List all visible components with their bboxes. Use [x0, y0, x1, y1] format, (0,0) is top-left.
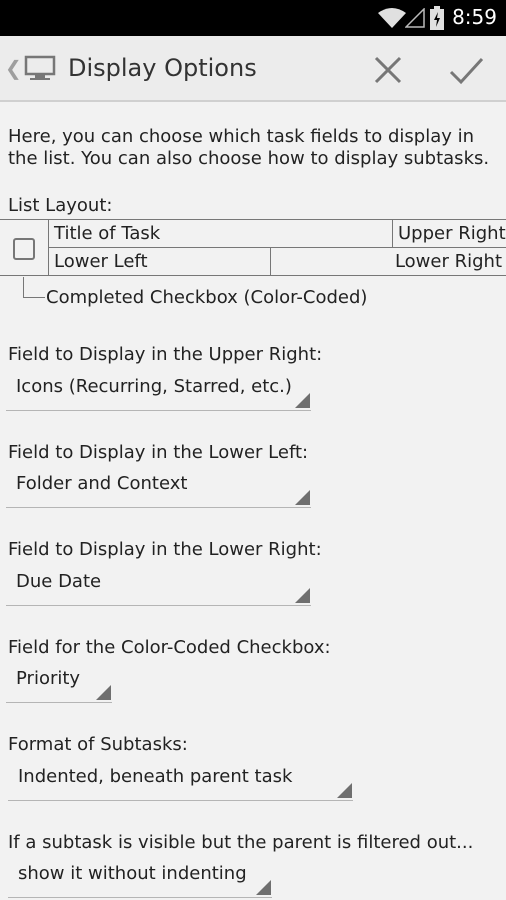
- title-of-task-cell: Title of Task: [54, 223, 161, 244]
- filtered-parent-field-label: If a subtask is visible but the parent i…: [8, 832, 474, 853]
- diagram-line: [392, 219, 393, 247]
- diagram-line: [0, 219, 506, 220]
- dropdown-arrow-icon: [295, 393, 310, 408]
- status-bar: 8:59: [0, 0, 506, 36]
- dropdown-arrow-icon: [337, 783, 352, 798]
- color-coded-checkbox-spinner[interactable]: Priority: [6, 660, 112, 703]
- close-icon[interactable]: [366, 48, 410, 92]
- lower-right-field-spinner[interactable]: Due Date: [6, 563, 311, 606]
- action-bar: ❮ Display Options: [0, 36, 506, 102]
- lower-left-field-spinner[interactable]: Folder and Context: [6, 465, 311, 508]
- lower-left-field-label: Field to Display in the Lower Left:: [8, 442, 309, 463]
- upper-right-field-label: Field to Display in the Upper Right:: [8, 344, 323, 365]
- diagram-line: [48, 219, 49, 275]
- monitor-icon[interactable]: [24, 55, 56, 81]
- dropdown-arrow-icon: [256, 880, 271, 895]
- diagram-line: [270, 247, 271, 275]
- subtask-format-field-label: Format of Subtasks:: [8, 734, 188, 755]
- page-title: Display Options: [68, 54, 257, 82]
- display-options-content: Here, you can choose which task fields t…: [0, 102, 506, 900]
- lower-right-cell: Lower Right: [394, 251, 502, 272]
- list-layout-diagram: Title of Task Upper Right Lower Left Low…: [0, 219, 506, 309]
- spinner-value: Priority: [16, 668, 81, 689]
- spinner-value: Icons (Recurring, Starred, etc.): [16, 376, 292, 397]
- subtask-format-spinner[interactable]: Indented, beneath parent task: [8, 758, 353, 801]
- checkmark-icon[interactable]: [444, 48, 488, 92]
- spinner-value: show it without indenting: [18, 863, 247, 884]
- tree-connector: [23, 297, 45, 298]
- dropdown-arrow-icon: [96, 685, 111, 700]
- filtered-parent-spinner[interactable]: show it without indenting: [8, 855, 272, 898]
- checkbox-icon: [13, 238, 35, 260]
- spinner-value: Due Date: [16, 571, 102, 592]
- status-time: 8:59: [452, 5, 497, 29]
- cell-signal-icon: [405, 8, 425, 28]
- lower-right-field-label: Field to Display in the Lower Right:: [8, 539, 322, 560]
- lower-left-cell: Lower Left: [54, 251, 148, 272]
- diagram-line: [48, 247, 506, 248]
- completed-checkbox-label: Completed Checkbox (Color-Coded): [46, 287, 368, 308]
- wifi-icon: [378, 8, 406, 28]
- diagram-line: [0, 275, 506, 276]
- intro-text: Here, you can choose which task fields t…: [8, 126, 490, 169]
- back-chevron-icon[interactable]: ❮: [5, 56, 22, 80]
- battery-charging-icon: [430, 6, 444, 30]
- dropdown-arrow-icon: [295, 490, 310, 505]
- list-layout-label: List Layout:: [8, 195, 113, 216]
- dropdown-arrow-icon: [295, 588, 310, 603]
- spinner-value: Folder and Context: [16, 473, 188, 494]
- spinner-value: Indented, beneath parent task: [18, 766, 293, 787]
- upper-right-field-spinner[interactable]: Icons (Recurring, Starred, etc.): [6, 368, 311, 411]
- tree-connector: [23, 277, 24, 297]
- upper-right-cell: Upper Right: [398, 223, 506, 244]
- color-coded-checkbox-field-label: Field for the Color-Coded Checkbox:: [8, 637, 331, 658]
